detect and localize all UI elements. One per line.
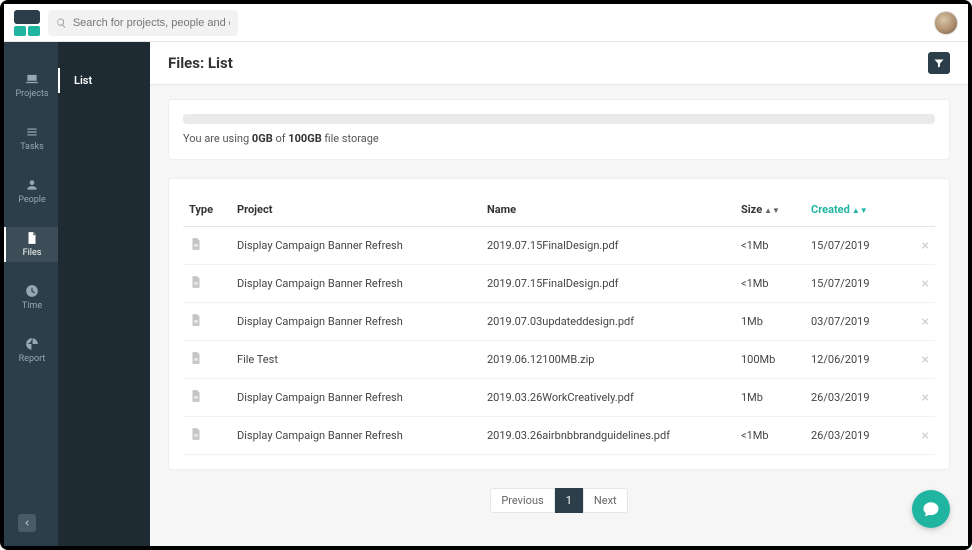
file-icon [189, 236, 203, 252]
filter-button[interactable] [928, 52, 950, 74]
rail-item-time[interactable]: Time [4, 280, 58, 315]
cell-size: 1Mb [735, 379, 805, 417]
storage-text: You are using 0GB of 100GB file storage [183, 132, 935, 145]
rail-item-files[interactable]: Files [4, 227, 58, 262]
cell-created: 15/07/2019 [805, 265, 905, 303]
cell-project: Display Campaign Banner Refresh [231, 227, 481, 265]
topbar [4, 4, 968, 42]
brand-logo[interactable] [14, 10, 40, 36]
main-area: Files: List You are using 0GB of 100GB f… [150, 42, 968, 546]
filter-icon [933, 57, 945, 69]
rail-label: Time [22, 301, 42, 311]
cell-project: File Test [231, 341, 481, 379]
files-table: Type Project Name Size▲▼ Created▲▼ Displ… [183, 193, 935, 455]
chat-launcher[interactable] [912, 490, 950, 528]
rail-label: Report [19, 354, 46, 364]
rail-label: People [18, 195, 46, 205]
cell-size: <1Mb [735, 417, 805, 455]
cell-name: 2019.03.26WorkCreatively.pdf [481, 379, 735, 417]
file-icon [189, 350, 203, 366]
search-icon [56, 17, 67, 29]
delete-button[interactable]: × [905, 341, 935, 379]
sort-icon: ▲▼ [852, 206, 868, 215]
cell-project: Display Campaign Banner Refresh [231, 303, 481, 341]
sort-icon: ▲▼ [764, 206, 780, 215]
delete-button[interactable]: × [905, 227, 935, 265]
delete-button[interactable]: × [905, 303, 935, 341]
cell-name: 2019.06.12100MB.zip [481, 341, 735, 379]
file-icon [189, 388, 203, 404]
cell-created: 26/03/2019 [805, 379, 905, 417]
rail-label: Projects [16, 89, 49, 99]
cell-size: 1Mb [735, 303, 805, 341]
file-icon [189, 274, 203, 290]
col-created[interactable]: Created▲▼ [805, 193, 905, 227]
pager-next[interactable]: Next [583, 488, 628, 513]
file-icon [189, 426, 203, 442]
col-size[interactable]: Size▲▼ [735, 193, 805, 227]
table-row[interactable]: File Test2019.06.12100MB.zip100Mb12/06/2… [183, 341, 935, 379]
cell-created: 03/07/2019 [805, 303, 905, 341]
cell-name: 2019.07.03updateddesign.pdf [481, 303, 735, 341]
global-search[interactable] [48, 10, 238, 36]
table-row[interactable]: Display Campaign Banner Refresh2019.07.1… [183, 227, 935, 265]
files-panel: Type Project Name Size▲▼ Created▲▼ Displ… [168, 178, 950, 470]
chat-icon [922, 500, 940, 518]
cell-size: <1Mb [735, 227, 805, 265]
pagination: Previous 1 Next [168, 488, 950, 513]
rail-item-tasks[interactable]: Tasks [4, 121, 58, 156]
subnav: List [58, 42, 150, 546]
chevron-left-icon [23, 519, 31, 527]
table-row[interactable]: Display Campaign Banner Refresh2019.03.2… [183, 417, 935, 455]
cell-project: Display Campaign Banner Refresh [231, 265, 481, 303]
subnav-item-list[interactable]: List [58, 68, 150, 93]
cell-created: 15/07/2019 [805, 227, 905, 265]
collapse-sidebar-button[interactable] [18, 514, 36, 532]
col-type: Type [183, 193, 231, 227]
cell-project: Display Campaign Banner Refresh [231, 379, 481, 417]
col-actions [905, 193, 935, 227]
page-title: Files: List [168, 54, 233, 72]
file-icon [189, 312, 203, 328]
delete-button[interactable]: × [905, 265, 935, 303]
delete-button[interactable]: × [905, 379, 935, 417]
cell-created: 12/06/2019 [805, 341, 905, 379]
rail-item-people[interactable]: People [4, 174, 58, 209]
cell-name: 2019.03.26airbnbbrandguidelines.pdf [481, 417, 735, 455]
table-row[interactable]: Display Campaign Banner Refresh2019.07.0… [183, 303, 935, 341]
search-input[interactable] [73, 17, 230, 29]
delete-button[interactable]: × [905, 417, 935, 455]
nav-rail: Projects Tasks People Files Time Report [4, 42, 58, 546]
cell-size: <1Mb [735, 265, 805, 303]
cell-name: 2019.07.15FinalDesign.pdf [481, 227, 735, 265]
page-header: Files: List [150, 42, 968, 85]
cell-size: 100Mb [735, 341, 805, 379]
storage-panel: You are using 0GB of 100GB file storage [168, 99, 950, 160]
col-name: Name [481, 193, 735, 227]
rail-label: Tasks [20, 142, 44, 152]
col-project: Project [231, 193, 481, 227]
table-row[interactable]: Display Campaign Banner Refresh2019.07.1… [183, 265, 935, 303]
cell-project: Display Campaign Banner Refresh [231, 417, 481, 455]
storage-bar [183, 114, 935, 124]
cell-name: 2019.07.15FinalDesign.pdf [481, 265, 735, 303]
rail-item-projects[interactable]: Projects [4, 68, 58, 103]
table-row[interactable]: Display Campaign Banner Refresh2019.03.2… [183, 379, 935, 417]
cell-created: 26/03/2019 [805, 417, 905, 455]
rail-label: Files [23, 248, 42, 258]
user-avatar[interactable] [934, 11, 958, 35]
pager-page-1[interactable]: 1 [555, 488, 583, 513]
pager-previous[interactable]: Previous [490, 488, 554, 513]
rail-item-report[interactable]: Report [4, 333, 58, 368]
